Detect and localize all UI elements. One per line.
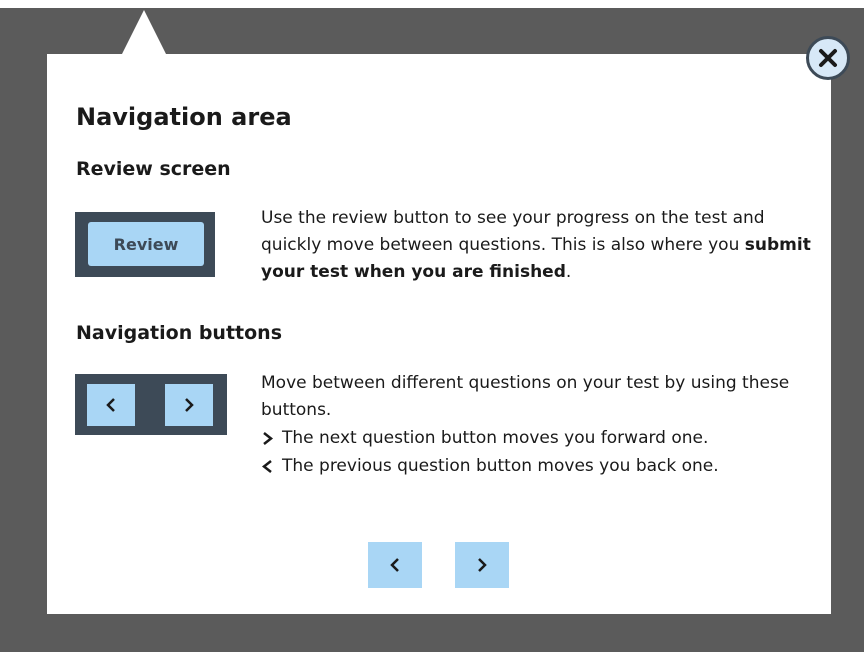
bullet-previous-text: The previous question button moves you b… [282,455,719,476]
review-demo: Review [75,212,215,277]
chevron-left-icon [261,459,272,473]
navigation-text: Move between different questions on your… [261,373,790,420]
callout-pointer [122,10,166,54]
backdrop-highlight [0,0,864,8]
chevron-right-icon [263,431,274,445]
next-page-button[interactable] [455,542,509,588]
demo-next-button[interactable] [165,384,213,426]
navigation-description: Move between different questions on your… [261,370,821,480]
previous-page-button[interactable] [368,542,422,588]
bullet-previous: The previous question button moves you b… [261,452,821,480]
dialog-title: Navigation area [76,103,292,131]
close-button[interactable] [806,36,850,80]
bullet-next: The next question button moves you forwa… [261,424,821,452]
navigation-demo [75,374,227,435]
review-section-heading: Review screen [76,158,231,180]
review-text: Use the review button to see your progre… [261,208,765,255]
close-icon [819,49,837,67]
chevron-left-icon [106,398,115,412]
review-description: Use the review button to see your progre… [261,205,821,286]
chevron-left-icon [390,558,399,572]
chevron-right-icon [478,558,487,572]
bullet-next-text: The next question button moves you forwa… [282,427,709,448]
review-text-end: . [565,262,572,282]
navigation-section-heading: Navigation buttons [76,322,283,344]
review-button[interactable]: Review [88,222,204,266]
chevron-right-icon [185,398,194,412]
demo-previous-button[interactable] [87,384,135,426]
